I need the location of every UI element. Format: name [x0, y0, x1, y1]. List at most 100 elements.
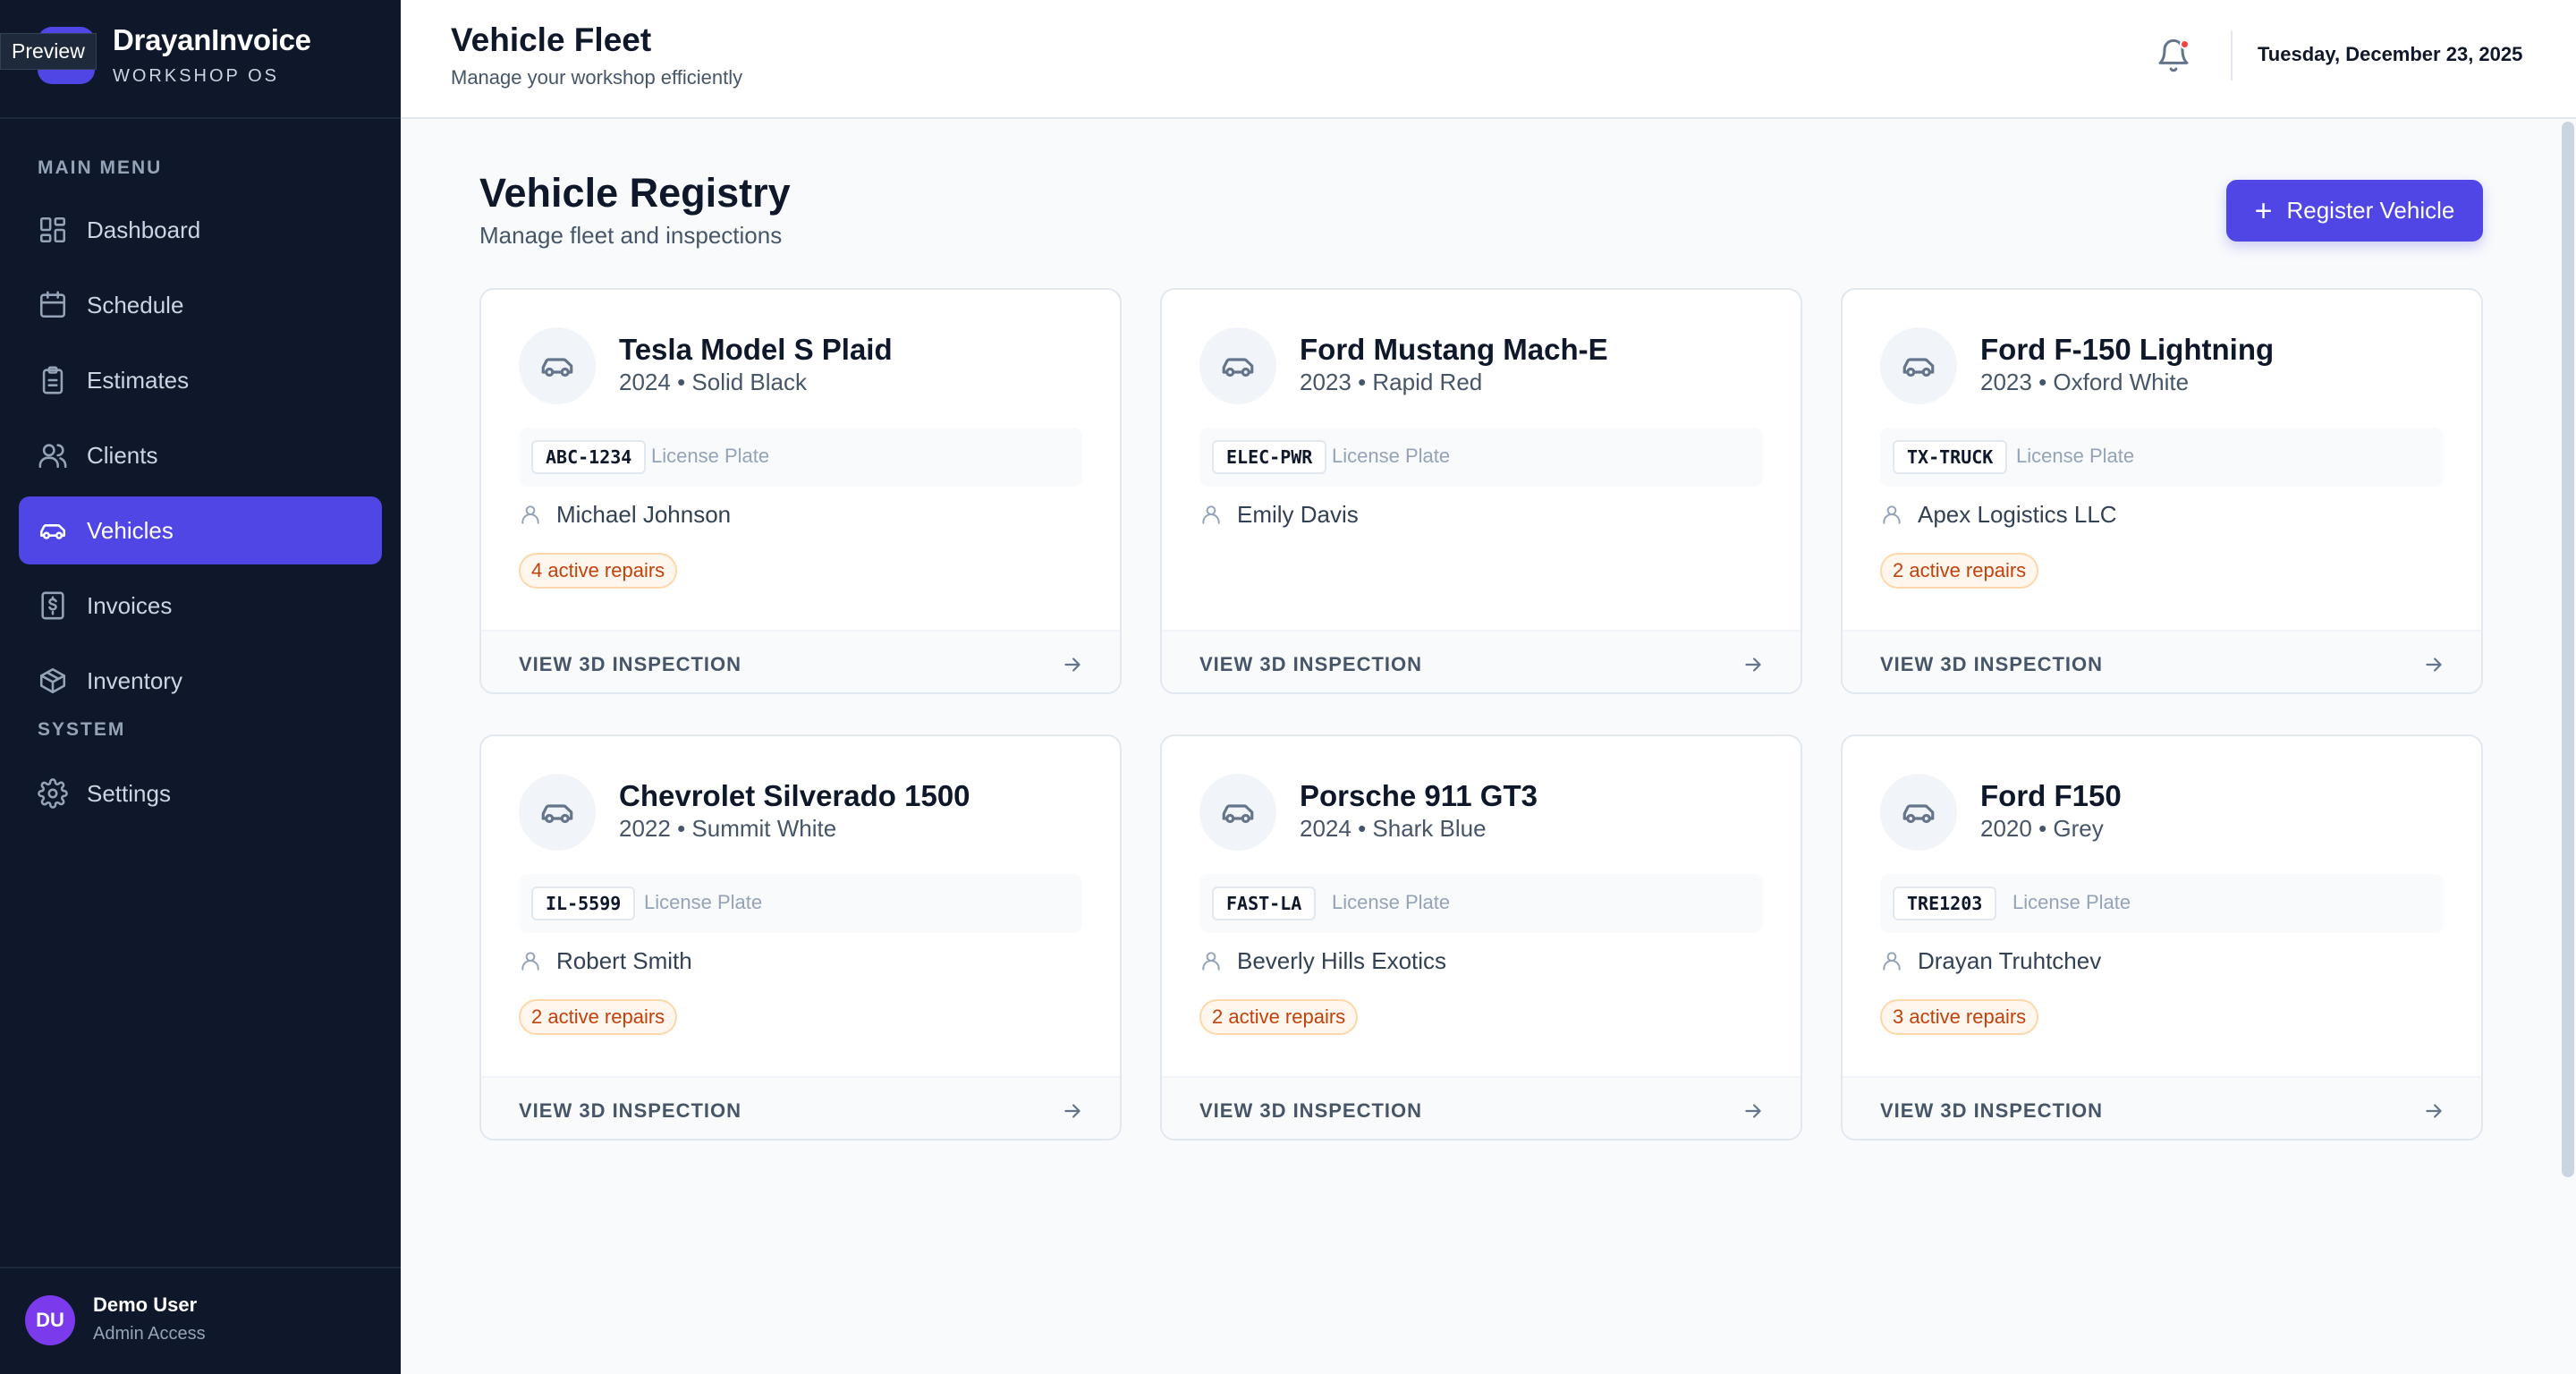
- section-title: Vehicle Registry: [479, 170, 791, 216]
- sidebar-item-clients[interactable]: Clients: [19, 421, 382, 489]
- brand-subtitle: WORKSHOP OS: [113, 66, 279, 86]
- view-inspection-link[interactable]: VIEW 3D INSPECTION: [1162, 1076, 1801, 1139]
- vehicle-card[interactable]: Porsche 911 GT3 2024 • Shark Blue FAST-LA L…: [1160, 734, 1802, 1141]
- view-inspection-link[interactable]: VIEW 3D INSPECTION: [481, 1076, 1120, 1139]
- vehicle-owner: Drayan Truhtchev: [1918, 947, 2102, 974]
- vehicle-card[interactable]: Chevrolet Silverado 1500 2022 • Summit Wh…: [479, 734, 1122, 1141]
- vehicle-year-color: 2020 • Grey: [1980, 815, 2104, 842]
- user-icon: [1199, 503, 1224, 528]
- sidebar-item-label: Schedule: [87, 291, 184, 318]
- arrow-right-icon: [1061, 1099, 1084, 1123]
- view-inspection-link[interactable]: VIEW 3D INSPECTION: [1843, 630, 2481, 692]
- users-icon: [37, 439, 69, 471]
- sidebar-item-label: Clients: [87, 441, 158, 469]
- notification-button[interactable]: [2156, 38, 2195, 77]
- sidebar-item-dashboard[interactable]: Dashboard: [19, 196, 382, 264]
- scrollbar[interactable]: [2562, 122, 2574, 1177]
- arrow-right-icon: [1741, 653, 1765, 676]
- system-label: SYSTEM: [38, 719, 126, 740]
- active-repairs-badge: 2 active repairs: [519, 999, 678, 1035]
- plus-icon: +: [2254, 193, 2273, 228]
- top-header: Vehicle Fleet Manage your workshop effic…: [401, 0, 2576, 119]
- vehicle-owner: Apex Logistics LLC: [1918, 501, 2117, 528]
- vehicle-card[interactable]: Ford F-150 Lightning 2023 • Oxford White T…: [1841, 288, 2483, 694]
- vehicle-owner: Robert Smith: [556, 947, 692, 974]
- view-inspection-link[interactable]: VIEW 3D INSPECTION: [1843, 1076, 2481, 1139]
- user-name: Demo User: [93, 1293, 198, 1316]
- user-icon: [1880, 503, 1905, 528]
- car-icon: [1880, 327, 1957, 404]
- vehicle-card[interactable]: Ford F150 2020 • Grey TRE1203 License Plate…: [1841, 734, 2483, 1141]
- sidebar-item-estimates[interactable]: Estimates: [19, 346, 382, 414]
- page-title: Vehicle Fleet: [451, 21, 652, 58]
- sidebar-item-vehicles[interactable]: Vehicles: [19, 496, 382, 564]
- view-inspection-label: VIEW 3D INSPECTION: [1880, 1099, 2104, 1122]
- license-plate-row: ABC-1234 License Plate: [519, 428, 1082, 487]
- license-plate-label: License Plate: [644, 891, 763, 913]
- vehicle-name: Chevrolet Silverado 1500: [619, 779, 970, 812]
- sidebar-item-invoices[interactable]: Invoices: [19, 572, 382, 640]
- license-plate-label: License Plate: [1332, 891, 1451, 913]
- vehicle-name: Ford Mustang Mach-E: [1300, 333, 1608, 366]
- vehicle-owner: Emily Davis: [1237, 501, 1359, 528]
- box-icon: [37, 665, 69, 697]
- dashboard-icon: [37, 214, 69, 246]
- sidebar: DrayanInvoice WORKSHOP OS Preview MAIN M…: [0, 0, 401, 1374]
- brand-header: DrayanInvoice WORKSHOP OS Preview: [0, 0, 401, 119]
- vehicle-owner: Michael Johnson: [556, 501, 732, 528]
- view-inspection-link[interactable]: VIEW 3D INSPECTION: [481, 630, 1120, 692]
- license-plate: TX-TRUCK: [1893, 440, 2008, 474]
- sidebar-item-inventory[interactable]: Inventory: [19, 647, 382, 715]
- license-plate-row: ELEC-PWR License Plate: [1199, 428, 1763, 487]
- vehicle-card[interactable]: Tesla Model S Plaid 2024 • Solid Black ABC…: [479, 288, 1122, 694]
- vehicle-name: Ford F-150 Lightning: [1980, 333, 2275, 366]
- gear-icon: [37, 777, 69, 810]
- register-vehicle-label: Register Vehicle: [2286, 197, 2455, 224]
- brand-name: DrayanInvoice: [113, 23, 311, 56]
- register-vehicle-button[interactable]: + Register Vehicle: [2226, 180, 2483, 242]
- sidebar-item-schedule[interactable]: Schedule: [19, 271, 382, 339]
- license-plate-label: License Plate: [1332, 445, 1451, 467]
- license-plate-row: TRE1203 License Plate: [1880, 874, 2444, 933]
- vehicle-card[interactable]: Ford Mustang Mach-E 2023 • Rapid Red ELEC-…: [1160, 288, 1802, 694]
- car-icon: [1199, 327, 1276, 404]
- sidebar-item-settings[interactable]: Settings: [19, 759, 382, 827]
- arrow-right-icon: [1741, 1099, 1765, 1123]
- vehicle-name: Ford F150: [1980, 779, 2122, 812]
- license-plate: ELEC-PWR: [1212, 440, 1327, 474]
- user-icon: [1880, 949, 1905, 974]
- arrow-right-icon: [2422, 653, 2445, 676]
- view-inspection-link[interactable]: VIEW 3D INSPECTION: [1162, 630, 1801, 692]
- car-icon: [519, 774, 596, 851]
- invoice-dollar-icon: [37, 589, 69, 622]
- section-subtitle: Manage fleet and inspections: [479, 222, 783, 249]
- view-inspection-label: VIEW 3D INSPECTION: [519, 1099, 742, 1122]
- license-plate: ABC-1234: [531, 440, 647, 474]
- sidebar-item-label: Dashboard: [87, 216, 201, 243]
- license-plate: IL-5599: [531, 886, 636, 920]
- arrow-right-icon: [2422, 1099, 2445, 1123]
- license-plate: TRE1203: [1893, 886, 1997, 920]
- user-role: Admin Access: [93, 1324, 206, 1344]
- calendar-icon: [37, 289, 69, 321]
- license-plate-row: FAST-LA License Plate: [1199, 874, 1763, 933]
- active-repairs-badge: 2 active repairs: [1880, 553, 2039, 589]
- vehicle-name: Tesla Model S Plaid: [619, 333, 893, 366]
- license-plate-label: License Plate: [2016, 445, 2135, 467]
- vehicle-year-color: 2024 • Solid Black: [619, 369, 808, 395]
- view-inspection-label: VIEW 3D INSPECTION: [1199, 1099, 1423, 1122]
- current-date: Tuesday, December 23, 2025: [2258, 43, 2523, 65]
- user-icon: [519, 949, 544, 974]
- license-plate: FAST-LA: [1212, 886, 1317, 920]
- preview-badge[interactable]: Preview: [0, 33, 97, 70]
- active-repairs-badge: 3 active repairs: [1880, 999, 2039, 1035]
- sidebar-item-label: Invoices: [87, 591, 173, 619]
- notification-dot: [2180, 39, 2190, 49]
- view-inspection-label: VIEW 3D INSPECTION: [1199, 653, 1423, 675]
- vehicle-year-color: 2022 • Summit White: [619, 815, 837, 842]
- clipboard-icon: [37, 364, 69, 396]
- vehicle-year-color: 2023 • Oxford White: [1980, 369, 2190, 395]
- sidebar-item-label: Vehicles: [87, 516, 174, 544]
- user-profile[interactable]: DU Demo User Admin Access: [0, 1267, 401, 1374]
- vehicle-name: Porsche 911 GT3: [1300, 779, 1538, 812]
